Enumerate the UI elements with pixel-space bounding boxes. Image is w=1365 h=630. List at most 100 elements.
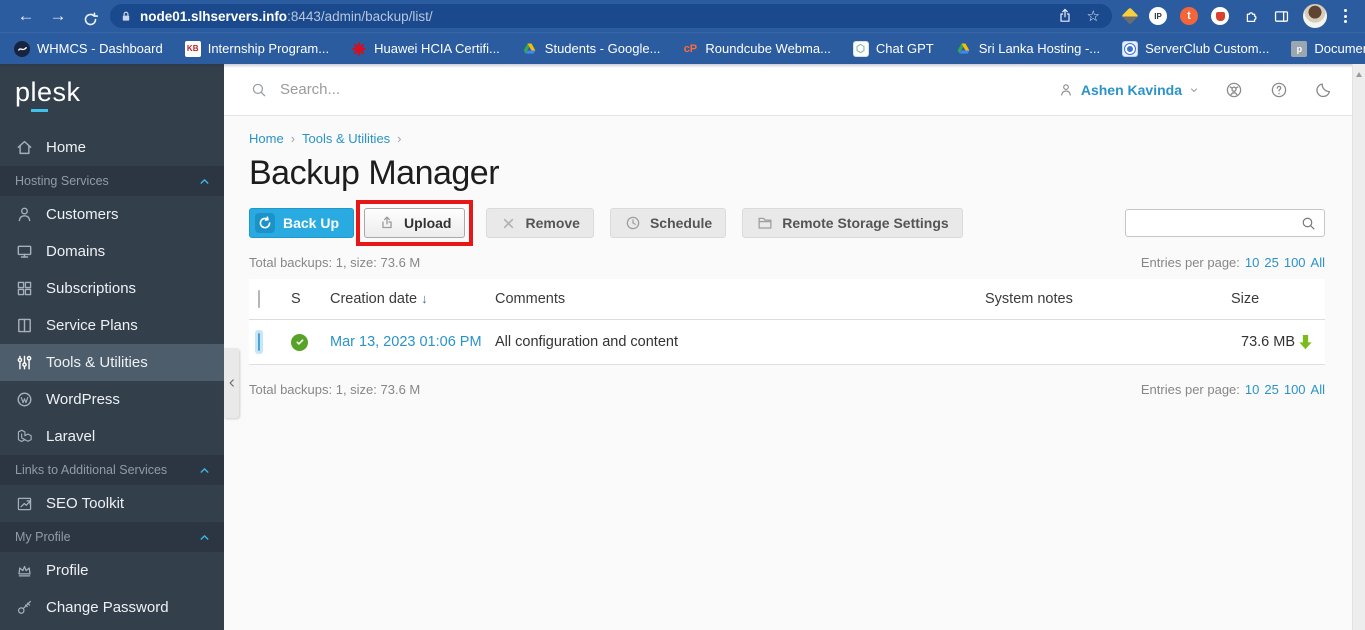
download-icon[interactable] xyxy=(1298,334,1313,351)
column-header-status[interactable]: S xyxy=(291,291,330,307)
bookmark-item[interactable]: Sri Lanka Hosting -... xyxy=(956,41,1100,57)
entries-option-10[interactable]: 10 xyxy=(1245,255,1259,270)
backup-date-link[interactable]: Mar 13, 2023 01:06 PM xyxy=(330,334,482,350)
sidebar-section-my-profile[interactable]: My Profile xyxy=(0,522,224,552)
row-checkbox[interactable] xyxy=(258,333,260,351)
side-panel-icon[interactable] xyxy=(1273,8,1290,25)
browser-menu-icon[interactable] xyxy=(1340,9,1351,23)
sidebar-item-domains[interactable]: Domains xyxy=(0,233,224,270)
column-header-creation-date[interactable]: Creation date ↓ xyxy=(330,291,495,307)
breadcrumb-tools-utilities[interactable]: Tools & Utilities xyxy=(302,131,390,146)
column-header-size[interactable]: Size xyxy=(1231,291,1295,307)
bookmark-item[interactable]: cP Roundcube Webma... xyxy=(682,41,831,57)
sidebar-item-service-plans[interactable]: Service Plans xyxy=(0,307,224,344)
page-scrollbar[interactable] xyxy=(1352,64,1365,630)
sidebar-item-customers[interactable]: Customers xyxy=(0,196,224,233)
entries-per-page: Entries per page: 10 25 100 All xyxy=(1141,255,1325,270)
back-up-button[interactable]: Back Up xyxy=(249,208,355,238)
sidebar-item-home[interactable]: Home xyxy=(0,129,224,166)
upload-icon xyxy=(382,216,392,229)
back-icon[interactable]: ← xyxy=(10,1,42,31)
forward-icon[interactable]: → xyxy=(42,1,74,31)
entries-option-25[interactable]: 25 xyxy=(1264,255,1278,270)
plesk-doc-icon: p xyxy=(1291,40,1308,57)
remove-x-icon xyxy=(504,218,514,228)
browser-toolbar: ← → node01.slhservers.info:8443/admin/ba… xyxy=(0,0,1365,32)
select-all-checkbox[interactable] xyxy=(258,290,260,308)
entries-option-all[interactable]: All xyxy=(1311,255,1325,270)
sidebar-item-wordpress[interactable]: WordPress xyxy=(0,381,224,418)
list-search-input[interactable] xyxy=(1135,215,1300,231)
sidebar-item-label: Service Plans xyxy=(46,317,138,334)
extensions-puzzle-icon[interactable] xyxy=(1242,7,1260,25)
crown-icon xyxy=(18,565,31,577)
extension-t-icon[interactable]: t xyxy=(1180,7,1198,25)
help-icon[interactable] xyxy=(1269,80,1289,100)
bookmark-item[interactable]: ServerClub Custom... xyxy=(1122,40,1269,57)
dark-mode-moon-icon[interactable] xyxy=(1314,80,1334,100)
address-bar[interactable]: node01.slhservers.info:8443/admin/backup… xyxy=(110,4,1112,28)
list-meta-top: Total backups: 1, size: 73.6 M Entries p… xyxy=(249,255,1325,270)
bookmark-item[interactable]: Chat GPT xyxy=(852,40,934,57)
key-icon xyxy=(17,600,32,614)
main-content: Home › Tools & Utilities › Backup Manage… xyxy=(224,117,1352,630)
sidebar-item-subscriptions[interactable]: Subscriptions xyxy=(0,270,224,307)
sidebar-item-label: Subscriptions xyxy=(46,280,137,297)
bookmark-item[interactable]: KB Internship Program... xyxy=(184,40,329,57)
sidebar-item-tools-utilities[interactable]: Tools & Utilities xyxy=(0,344,224,381)
user-menu[interactable]: Ashen Kavinda xyxy=(1058,82,1199,98)
laravel-icon xyxy=(17,429,32,443)
refresh-icon[interactable] xyxy=(74,4,106,28)
bookmark-item[interactable]: p Documentation an... xyxy=(1291,40,1365,57)
bookmark-item[interactable]: Huawei HCIA Certifi... xyxy=(351,41,500,57)
serverclub-icon xyxy=(1122,40,1139,57)
extension-blocker-icon[interactable] xyxy=(1211,7,1229,25)
global-search[interactable] xyxy=(250,81,1058,99)
whmcs-icon xyxy=(14,40,30,57)
entries-option-25[interactable]: 25 xyxy=(1264,382,1278,397)
remove-label: Remove xyxy=(525,215,580,231)
list-search-box[interactable] xyxy=(1125,209,1325,237)
entries-option-all[interactable]: All xyxy=(1311,382,1325,397)
sidebar-item-seo-toolkit[interactable]: SEO Toolkit xyxy=(0,485,224,522)
url-path: :8443/admin/backup/list/ xyxy=(287,8,433,24)
schedule-label: Schedule xyxy=(649,215,713,231)
schedule-button[interactable]: Schedule xyxy=(609,208,727,238)
sidebar-item-change-password[interactable]: Change Password xyxy=(0,589,224,626)
sidebar-item-profile[interactable]: Profile xyxy=(0,552,224,589)
extension-diamond-icon[interactable] xyxy=(1121,7,1139,25)
remove-button[interactable]: Remove xyxy=(486,208,594,238)
person-icon xyxy=(1060,83,1071,96)
share-icon[interactable] xyxy=(1057,8,1073,24)
entries-option-100[interactable]: 100 xyxy=(1284,382,1306,397)
sidebar-collapse-handle[interactable] xyxy=(224,348,239,418)
plesk-logo[interactable]: plesk xyxy=(0,64,224,116)
bookmark-item[interactable]: Students - Google... xyxy=(522,41,660,57)
sidebar-section-additional-services[interactable]: Links to Additional Services xyxy=(0,455,224,485)
remote-storage-settings-button[interactable]: Remote Storage Settings xyxy=(742,208,963,238)
feedback-icon[interactable] xyxy=(1224,80,1244,100)
breadcrumb-home[interactable]: Home xyxy=(249,131,284,146)
column-header-comments[interactable]: Comments xyxy=(495,291,985,307)
extension-ip-icon[interactable]: IP xyxy=(1149,7,1167,25)
clock-icon xyxy=(626,216,640,230)
entries-option-100[interactable]: 100 xyxy=(1284,255,1306,270)
annotation-highlight-box: Upload xyxy=(356,200,474,246)
backups-table: S Creation date ↓ Comments System notes S… xyxy=(249,279,1325,365)
sidebar-section-hosting-services[interactable]: Hosting Services xyxy=(0,166,224,196)
scrollbar-up-arrow-icon[interactable] xyxy=(1356,72,1362,77)
global-search-input[interactable] xyxy=(280,81,620,98)
sidebar-item-label: SEO Toolkit xyxy=(46,495,125,512)
browser-chrome: ← → node01.slhservers.info:8443/admin/ba… xyxy=(0,0,1365,64)
upload-button[interactable]: Upload xyxy=(364,208,466,238)
bookmark-star-icon[interactable]: ☆ xyxy=(1087,7,1100,25)
bookmark-label: WHMCS - Dashboard xyxy=(37,41,163,56)
profile-avatar[interactable] xyxy=(1303,4,1327,28)
sidebar-item-laravel[interactable]: Laravel xyxy=(0,418,224,455)
entries-option-10[interactable]: 10 xyxy=(1245,382,1259,397)
back-up-label: Back Up xyxy=(283,215,340,231)
seo-chart-icon xyxy=(17,497,32,511)
sliders-icon xyxy=(17,355,32,370)
bookmark-item[interactable]: WHMCS - Dashboard xyxy=(14,40,163,57)
column-header-system-notes[interactable]: System notes xyxy=(985,291,1231,307)
